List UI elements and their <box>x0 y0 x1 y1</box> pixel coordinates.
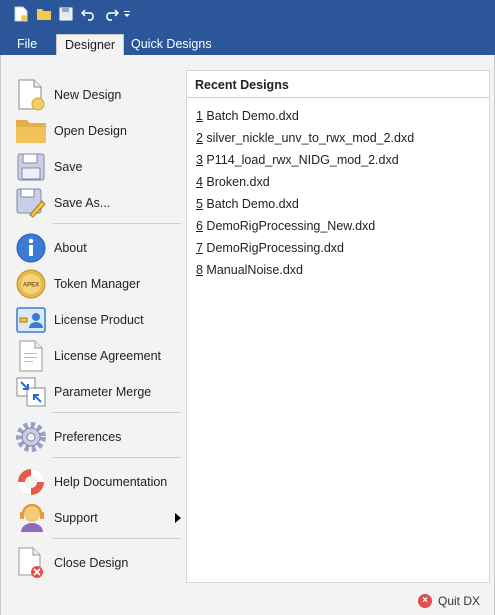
menu-label: Parameter Merge <box>54 385 152 399</box>
close-icon: × <box>417 594 432 608</box>
undo-icon[interactable] <box>80 5 98 23</box>
info-icon <box>15 232 47 264</box>
menu-new-design[interactable]: New Design <box>9 78 185 112</box>
menu-save[interactable]: Save <box>9 150 185 184</box>
menu-label: New Design <box>54 88 122 102</box>
ribbon-tab-bar: File Designer Quick Designs <box>0 30 495 55</box>
menu-label: License Agreement <box>54 349 162 363</box>
recent-designs-list: 1 Batch Demo.dxd 2 silver_nickle_unv_to_… <box>196 105 414 281</box>
menu-label: Save As... <box>54 196 111 210</box>
menu-label: Token Manager <box>54 277 141 291</box>
merge-icon <box>15 376 47 408</box>
menu-open-design[interactable]: Open Design <box>9 114 185 148</box>
backstage-panel: New Design Open Design Save Save As... A… <box>0 55 495 615</box>
menu-save-as[interactable]: Save As... <box>9 186 185 220</box>
menu-parameter-merge[interactable]: Parameter Merge <box>9 375 185 409</box>
menu-label: Support <box>54 511 98 525</box>
menu-label: Close Design <box>54 556 129 570</box>
gear-icon <box>15 421 47 453</box>
menu-close-design[interactable]: Close Design <box>9 546 185 580</box>
recent-divider <box>187 97 489 98</box>
quit-button[interactable]: × Quit DX <box>417 594 480 608</box>
menu-license-agreement[interactable]: License Agreement <box>9 339 185 373</box>
menu-label: Help Documentation <box>54 475 168 489</box>
quick-access-toolbar <box>0 0 495 30</box>
new-design-icon <box>15 79 47 111</box>
recent-item[interactable]: 4 Broken.dxd <box>196 171 414 193</box>
menu-token-manager[interactable]: APEX Token Manager <box>9 267 185 301</box>
support-agent-icon <box>15 502 47 534</box>
menu-license-product[interactable]: License Product <box>9 303 185 337</box>
recent-item[interactable]: 7 DemoRigProcessing.dxd <box>196 237 414 259</box>
recent-item[interactable]: 3 P114_load_rwx_NIDG_mod_2.dxd <box>196 149 414 171</box>
recent-item[interactable]: 6 DemoRigProcessing_New.dxd <box>196 215 414 237</box>
recent-item[interactable]: 2 silver_nickle_unv_to_rwx_mod_2.dxd <box>196 127 414 149</box>
menu-support[interactable]: Support <box>9 501 185 535</box>
menu-preferences[interactable]: Preferences <box>9 420 185 454</box>
save-as-icon <box>15 187 47 219</box>
document-icon <box>15 340 47 372</box>
tab-designer[interactable]: Designer <box>56 34 125 55</box>
save-icon <box>15 151 47 183</box>
menu-about[interactable]: About <box>9 231 185 265</box>
menu-label: Open Design <box>54 124 127 138</box>
menu-label: License Product <box>54 313 144 327</box>
menu-help-documentation[interactable]: Help Documentation <box>9 465 185 499</box>
submenu-arrow-icon <box>175 513 181 523</box>
new-file-icon[interactable] <box>12 5 30 23</box>
recent-item[interactable]: 5 Batch Demo.dxd <box>196 193 414 215</box>
close-document-icon <box>15 547 47 579</box>
menu-label: Preferences <box>54 430 122 444</box>
quit-label: Quit DX <box>437 594 480 608</box>
svg-text:APEX: APEX <box>23 283 39 289</box>
menu-label: About <box>54 241 87 255</box>
redo-icon[interactable] <box>102 5 120 23</box>
license-card-icon <box>15 304 47 336</box>
menu-divider <box>53 223 181 224</box>
tab-quick-designs[interactable]: Quick Designs <box>123 34 220 55</box>
recent-designs-panel: Recent Designs 1 Batch Demo.dxd 2 silver… <box>186 70 490 583</box>
save-icon[interactable] <box>57 5 75 23</box>
open-folder-icon[interactable] <box>35 5 53 23</box>
open-folder-icon <box>15 115 47 147</box>
tab-file[interactable]: File <box>9 34 45 55</box>
apex-token-icon: APEX <box>15 268 47 300</box>
recent-designs-title: Recent Designs <box>195 78 289 92</box>
customize-dropdown-icon[interactable] <box>122 5 132 23</box>
recent-item[interactable]: 1 Batch Demo.dxd <box>196 105 414 127</box>
lifebuoy-icon <box>15 466 47 498</box>
recent-item[interactable]: 8 ManualNoise.dxd <box>196 259 414 281</box>
menu-divider <box>53 412 181 413</box>
menu-divider <box>53 457 181 458</box>
menu-label: Save <box>54 160 83 174</box>
menu-divider <box>53 538 181 539</box>
